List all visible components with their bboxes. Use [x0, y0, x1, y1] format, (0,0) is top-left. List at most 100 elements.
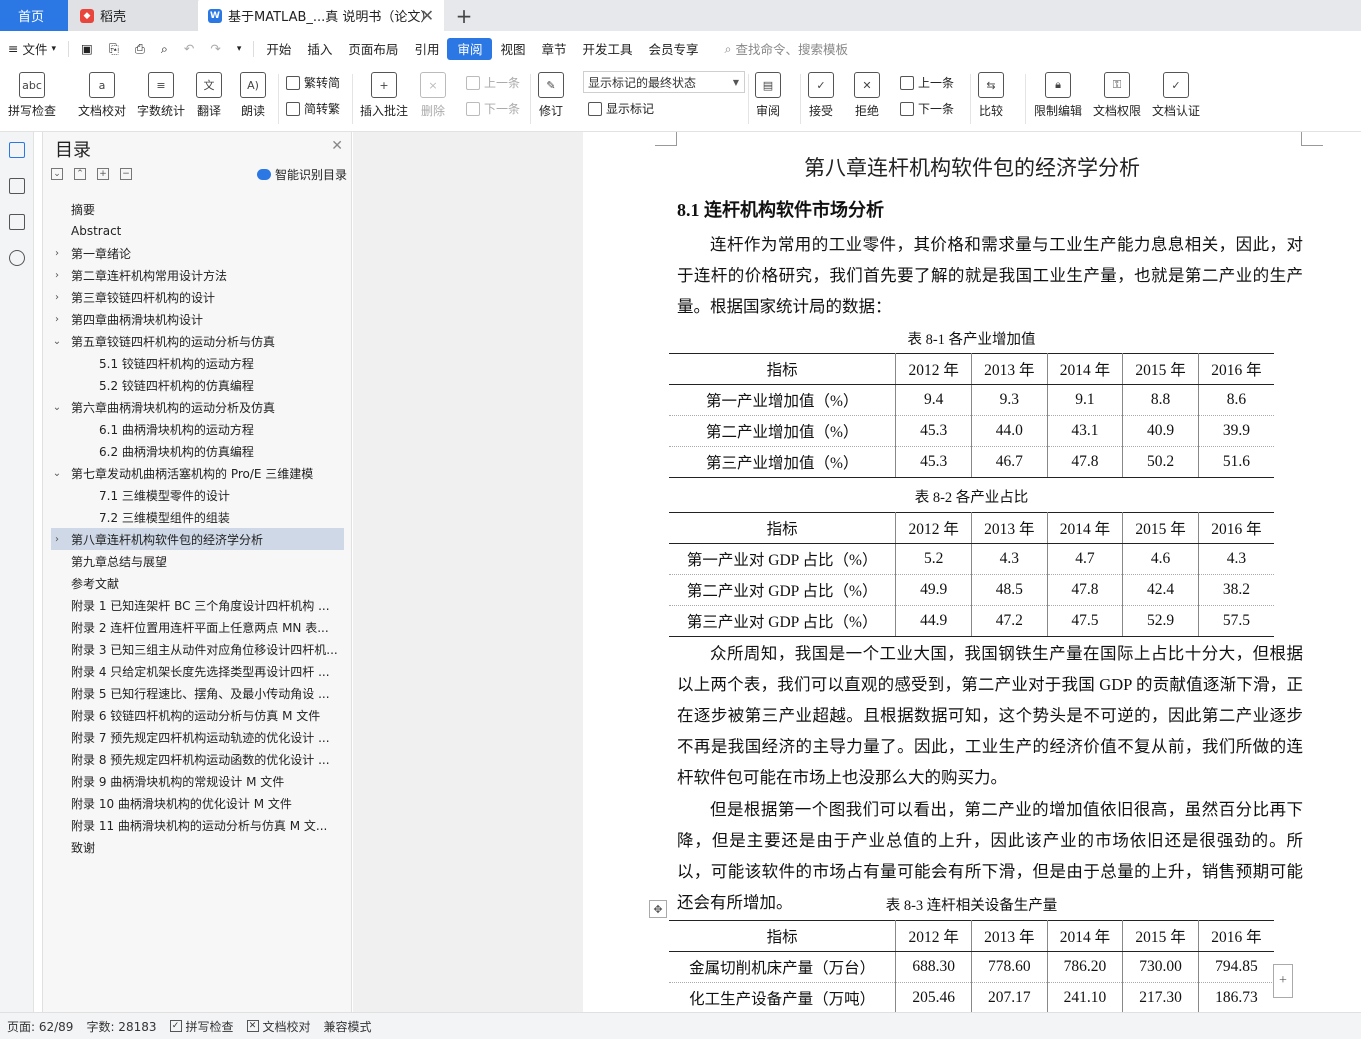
- close-icon[interactable]: ✕: [421, 6, 434, 25]
- close-icon[interactable]: ✕: [331, 138, 343, 154]
- menu-insert[interactable]: 插入: [299, 38, 340, 60]
- toc-item[interactable]: 附录 6 铰链四杆机构的运动分析与仿真 M 文件: [51, 704, 344, 726]
- toc-item[interactable]: › 第三章铰链四杆机构的设计: [51, 286, 344, 308]
- table-cell[interactable]: 9.4: [895, 384, 972, 416]
- table-cell[interactable]: 第二产业对 GDP 占比（%）: [669, 574, 897, 606]
- doc-proof-toggle[interactable]: ✕ 文档校对: [246, 1018, 311, 1035]
- table-cell[interactable]: 指标: [669, 920, 897, 952]
- table-cell[interactable]: 40.9: [1122, 415, 1199, 447]
- page-indicator[interactable]: 页面: 62/89: [7, 1018, 73, 1035]
- word-count-button[interactable]: ≡ 字数统计: [137, 72, 185, 119]
- toc-item[interactable]: 摘要: [51, 198, 344, 220]
- table-cell[interactable]: 第一产业对 GDP 占比（%）: [669, 543, 897, 575]
- menu-member[interactable]: 会员专享: [641, 38, 707, 60]
- menu-review[interactable]: 审阅: [447, 37, 493, 60]
- print-preview-icon[interactable]: ⌕: [153, 38, 176, 60]
- table-cell[interactable]: 2012 年: [895, 512, 972, 544]
- new-tab-button[interactable]: +: [444, 0, 484, 31]
- table-cell[interactable]: 47.5: [1047, 605, 1124, 637]
- next-comment-button[interactable]: 下一条: [466, 100, 520, 117]
- chevron-right-icon[interactable]: ›: [51, 248, 63, 259]
- nav-pane-icon[interactable]: [9, 178, 25, 194]
- file-menu[interactable]: ≡ 文件 ▾: [0, 38, 64, 60]
- table-cell[interactable]: 5.2: [895, 543, 972, 575]
- reject-button[interactable]: ✕ 拒绝: [854, 72, 880, 119]
- table-cell[interactable]: 4.3: [1198, 543, 1274, 575]
- restrict-edit-button[interactable]: 🔒︎ 限制编辑: [1034, 72, 1082, 119]
- toc-item[interactable]: 5.1 铰链四杆机构的运动方程: [51, 352, 344, 374]
- bookmark-icon[interactable]: [9, 214, 25, 230]
- toc-item[interactable]: ⌄ 第六章曲柄滑块机构的运动分析及仿真: [51, 396, 344, 418]
- translate-button[interactable]: 文翻译: [196, 72, 222, 119]
- table-cell[interactable]: 金属切削机床产量（万台）: [669, 951, 897, 983]
- export-icon[interactable]: ⎘: [101, 38, 127, 60]
- prev-comment-button[interactable]: 上一条: [466, 74, 520, 91]
- toc-item[interactable]: 致谢: [51, 836, 344, 858]
- table-cell[interactable]: 4.7: [1047, 543, 1124, 575]
- to-traditional-button[interactable]: 繁转简: [286, 74, 340, 91]
- chevron-right-icon[interactable]: ›: [51, 534, 63, 545]
- read-aloud-button[interactable]: A) 朗读: [240, 72, 266, 119]
- table-cell[interactable]: 2014 年: [1047, 512, 1124, 544]
- chevron-right-icon[interactable]: ›: [51, 270, 63, 281]
- undo-icon[interactable]: ↶: [176, 38, 202, 60]
- chevron-down-icon[interactable]: ⌄: [51, 468, 63, 479]
- compare-button[interactable]: ⇆ 比较: [978, 72, 1004, 119]
- table-cell[interactable]: 2013 年: [971, 353, 1048, 385]
- toc-item[interactable]: 附录 11 曲柄滑块机构的运动分析与仿真 M 文...: [51, 814, 344, 836]
- word-count-indicator[interactable]: 字数: 28183: [86, 1018, 156, 1035]
- toc-item[interactable]: 附录 1 已知连架杆 BC 三个角度设计四杆机构 ...: [51, 594, 344, 616]
- table-cell[interactable]: 44.9: [895, 605, 972, 637]
- toc-item[interactable]: 参考文献: [51, 572, 344, 594]
- tab-home[interactable]: 首页: [0, 0, 68, 31]
- toc-item[interactable]: 附录 7 预先规定四杆机构运动轨迹的优化设计 ...: [51, 726, 344, 748]
- table-cell[interactable]: 2014 年: [1047, 353, 1124, 385]
- toc-item[interactable]: › 第二章连杆机构常用设计方法: [51, 264, 344, 286]
- table-cell[interactable]: 205.46: [895, 982, 972, 1012]
- toc-item[interactable]: ⌄ 第五章铰链四杆机构的运动分析与仿真: [51, 330, 344, 352]
- add-column-button[interactable]: +: [1273, 964, 1293, 998]
- review-pane-button[interactable]: ▤ 审阅: [755, 72, 781, 119]
- table-cell[interactable]: 第二产业增加值（%）: [669, 415, 897, 447]
- table-cell[interactable]: 2014 年: [1047, 920, 1124, 952]
- table-move-handle-icon[interactable]: ✥: [649, 900, 667, 918]
- menu-view[interactable]: 视图: [492, 38, 533, 60]
- to-simplified-button[interactable]: 简转繁: [286, 100, 340, 117]
- table-cell[interactable]: 2016 年: [1198, 920, 1274, 952]
- table-cell[interactable]: 第三产业对 GDP 占比（%）: [669, 605, 897, 637]
- toc-item[interactable]: 附录 10 曲柄滑块机构的优化设计 M 文件: [51, 792, 344, 814]
- command-search[interactable]: ⌕ 查找命令、搜索模板: [725, 39, 849, 58]
- table-cell[interactable]: 49.9: [895, 574, 972, 606]
- smart-toc-button[interactable]: 智能识别目录: [256, 166, 347, 183]
- markup-state-select[interactable]: 显示标记的最终状态 ▼: [583, 71, 745, 93]
- table-cell[interactable]: 4.6: [1122, 543, 1199, 575]
- table-cell[interactable]: 第一产业增加值（%）: [669, 384, 897, 416]
- table-cell[interactable]: 指标: [669, 353, 897, 385]
- menu-chapter[interactable]: 章节: [533, 38, 574, 60]
- revise-button[interactable]: ✎ 修订: [538, 72, 564, 119]
- collapse-all-icon[interactable]: ⌃: [74, 168, 86, 180]
- table-cell[interactable]: 778.60: [971, 951, 1048, 983]
- table-cell[interactable]: 241.10: [1047, 982, 1124, 1012]
- toc-panel-icon[interactable]: [9, 142, 25, 158]
- next-change-button[interactable]: 下一条: [900, 100, 954, 117]
- table-cell[interactable]: 50.2: [1122, 446, 1199, 478]
- table-cell[interactable]: 186.73: [1198, 982, 1274, 1012]
- toc-item[interactable]: › 第一章绪论: [51, 242, 344, 264]
- table-cell[interactable]: 794.85: [1198, 951, 1274, 983]
- toc-item[interactable]: 附录 5 已知行程速比、摆角、及最小传动角设 ...: [51, 682, 344, 704]
- menu-page-layout[interactable]: 页面布局: [340, 38, 406, 60]
- expand-all-icon[interactable]: ⌄: [51, 168, 63, 180]
- menu-developer[interactable]: 开发工具: [575, 38, 641, 60]
- table-cell[interactable]: 44.0: [971, 415, 1048, 447]
- table-cell[interactable]: 2015 年: [1122, 512, 1199, 544]
- toc-item[interactable]: ⌄ 第七章发动机曲柄活塞机构的 Pro/E 三维建模: [51, 462, 344, 484]
- print-icon[interactable]: ⎙: [127, 38, 153, 60]
- toc-item[interactable]: › 第八章连杆机构软件包的经济学分析: [51, 528, 344, 550]
- toc-item[interactable]: 附录 8 预先规定四杆机构运动函数的优化设计 ...: [51, 748, 344, 770]
- quick-access-more-icon[interactable]: ▾: [229, 38, 250, 60]
- table-cell[interactable]: 207.17: [971, 982, 1048, 1012]
- table-cell[interactable]: 第三产业增加值（%）: [669, 446, 897, 478]
- table-cell[interactable]: 化工生产设备产量（万吨）: [669, 982, 897, 1012]
- toc-item[interactable]: 第九章总结与展望: [51, 550, 344, 572]
